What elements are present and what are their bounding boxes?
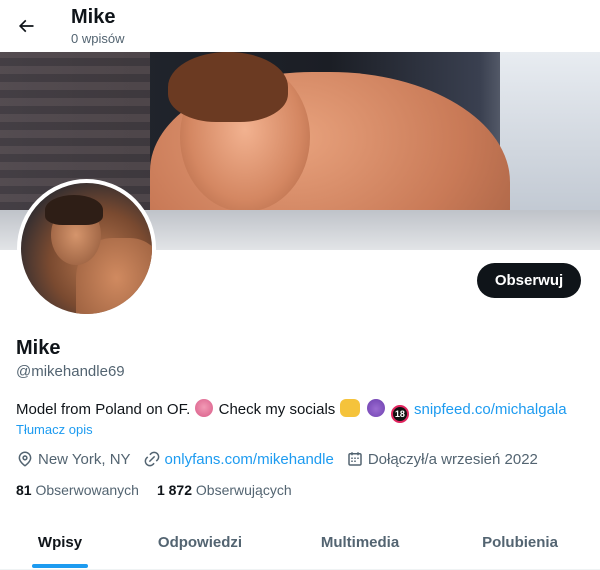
followers-label: Obserwujących xyxy=(195,482,292,498)
translate-bio-link[interactable]: Tłumacz opis xyxy=(16,422,93,437)
devil-emoji-icon xyxy=(366,399,385,417)
avatar[interactable] xyxy=(17,179,156,318)
posts-count: 0 wpisów xyxy=(71,31,125,46)
bio-link[interactable]: snipfeed.co/michalgala xyxy=(414,401,567,418)
followers-link[interactable]: 1 872 Obserwujących xyxy=(157,482,292,498)
top-bar: Mike 0 wpisów xyxy=(0,0,600,52)
following-link[interactable]: 81 Obserwowanych xyxy=(16,482,139,498)
website-item: onlyfans.com/mikehandle xyxy=(143,450,334,468)
location-text: New York, NY xyxy=(38,450,131,468)
user-handle: @mikehandle69 xyxy=(16,363,125,380)
tab-replies[interactable]: Odpowiedzi xyxy=(120,516,280,569)
location-item: New York, NY xyxy=(16,450,131,468)
website-link[interactable]: onlyfans.com/mikehandle xyxy=(165,451,334,468)
header-name: Mike xyxy=(71,6,116,28)
following-count: 81 xyxy=(16,482,32,498)
face-emoji-icon xyxy=(195,399,214,417)
tab-label: Multimedia xyxy=(320,534,400,551)
calendar-icon xyxy=(348,452,362,466)
tab-posts[interactable]: Wpisy xyxy=(0,516,120,569)
follow-button[interactable]: Obserwuj xyxy=(477,263,581,298)
bio-text-1: Model from Poland on OF. xyxy=(16,401,191,418)
tab-media[interactable]: Multimedia xyxy=(280,516,440,569)
pointing-hand-emoji-icon xyxy=(340,399,361,417)
following-label: Obserwowanych xyxy=(35,482,139,498)
display-name: Mike xyxy=(16,337,61,359)
joined-item: Dołączył/a wrzesień 2022 xyxy=(346,450,538,468)
adult-18-emoji-icon: 18 xyxy=(390,405,409,423)
profile-tabs: Wpisy Odpowiedzi Multimedia Polubienia xyxy=(0,516,600,570)
tab-likes[interactable]: Polubienia xyxy=(440,516,600,569)
followers-count: 1 872 xyxy=(156,482,193,498)
follow-stats: 81 Obserwowanych 1 872 Obserwujących xyxy=(16,482,310,498)
link-icon xyxy=(144,451,159,467)
profile-meta: New York, NY onlyfans.com/mikehandle Doł… xyxy=(16,450,550,468)
location-pin-icon xyxy=(18,451,32,467)
back-button[interactable] xyxy=(8,8,44,44)
bio-text-2: Check my socials xyxy=(218,401,336,418)
bio: Model from Poland on OF. Check my social… xyxy=(16,399,567,423)
tab-label: Odpowiedzi xyxy=(157,534,243,551)
joined-text: Dołączył/a wrzesień 2022 xyxy=(367,450,538,468)
tab-label: Wpisy xyxy=(37,534,83,551)
arrow-left-icon xyxy=(18,19,34,33)
tab-label: Polubienia xyxy=(482,534,558,551)
active-tab-indicator xyxy=(32,564,88,568)
